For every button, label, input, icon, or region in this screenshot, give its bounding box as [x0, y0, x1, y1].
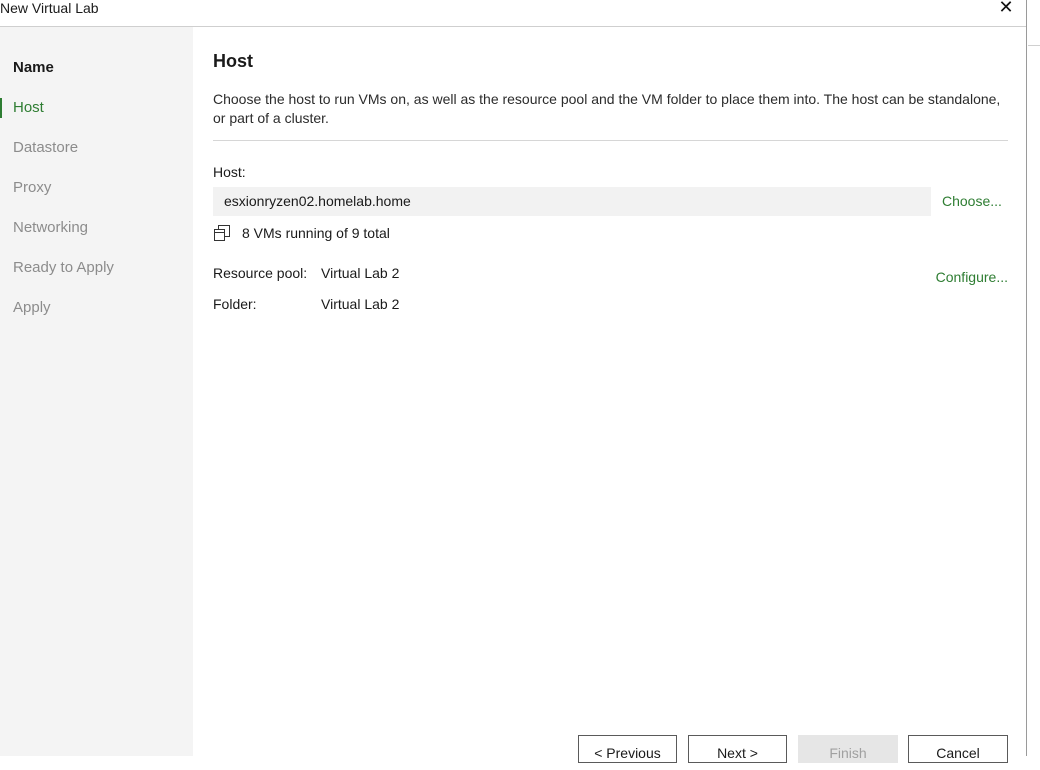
title-bar: New Virtual Lab ✕ — [0, 0, 1026, 27]
step-ready-to-apply[interactable]: Ready to Apply — [0, 253, 193, 283]
configure-link[interactable]: Configure... — [936, 269, 1008, 285]
choose-host-link[interactable]: Choose... — [942, 193, 1002, 209]
resource-pool-value: Virtual Lab 2 — [321, 265, 400, 281]
vm-status: 8 VMs running of 9 total — [213, 224, 390, 242]
step-name[interactable]: Name — [0, 53, 193, 83]
folder-value: Virtual Lab 2 — [321, 296, 400, 312]
vm-status-text: 8 VMs running of 9 total — [242, 225, 390, 241]
previous-button[interactable]: < Previous — [578, 735, 677, 763]
finish-button[interactable]: Finish — [798, 735, 898, 763]
window-title: New Virtual Lab — [0, 0, 99, 16]
step-content: Host Choose the host to run VMs on, as w… — [193, 27, 1026, 763]
folder-row: Folder: Virtual Lab 2 — [213, 296, 399, 312]
wizard-steps-sidebar: Name Host Datastore Proxy Networking Rea… — [0, 27, 193, 756]
close-icon[interactable]: ✕ — [996, 0, 1016, 17]
wizard-window: New Virtual Lab ✕ Name Host Datastore Pr… — [0, 0, 1027, 763]
resource-pool-row: Resource pool: Virtual Lab 2 — [213, 265, 399, 281]
host-label: Host: — [213, 164, 246, 180]
step-networking[interactable]: Networking — [0, 213, 193, 243]
cancel-button[interactable]: Cancel — [908, 735, 1008, 763]
step-apply[interactable]: Apply — [0, 293, 193, 323]
page-title: Host — [213, 51, 253, 71]
resource-pool-label: Resource pool: — [213, 265, 308, 281]
next-button[interactable]: Next > — [688, 735, 787, 763]
divider — [213, 140, 1008, 141]
background-divider — [1028, 45, 1040, 46]
host-field[interactable]: esxionryzen02.homelab.home — [213, 187, 931, 216]
step-datastore[interactable]: Datastore — [0, 133, 193, 163]
folder-label: Folder: — [213, 296, 257, 312]
page-description: Choose the host to run VMs on, as well a… — [213, 91, 1001, 126]
vm-stack-icon — [214, 225, 230, 241]
step-proxy[interactable]: Proxy — [0, 173, 193, 203]
step-host[interactable]: Host — [0, 93, 193, 123]
